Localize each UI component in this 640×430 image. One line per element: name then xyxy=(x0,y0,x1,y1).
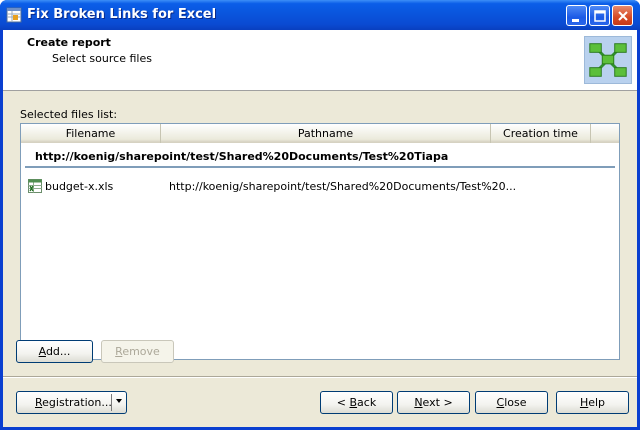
next-button-label-post: ext > xyxy=(422,395,453,409)
minimize-button[interactable] xyxy=(566,5,587,26)
window-title: Fix Broken Links for Excel xyxy=(27,7,217,22)
next-button[interactable]: Next > xyxy=(397,391,470,414)
files-list[interactable]: Filename Pathname Creation time http://k… xyxy=(20,123,620,360)
files-list-label: Selected files list: xyxy=(20,108,118,121)
column-header-filename[interactable]: Filename xyxy=(21,124,161,143)
split-divider xyxy=(111,394,112,411)
registration-button[interactable]: Registration... xyxy=(16,391,127,414)
add-button-accel: A xyxy=(38,344,46,358)
maximize-button[interactable] xyxy=(589,5,610,26)
help-button[interactable]: Help xyxy=(556,391,629,414)
app-window: Fix Broken Links for Excel Create report… xyxy=(0,0,640,430)
close-window-button[interactable] xyxy=(612,5,633,26)
footer-separator xyxy=(3,376,637,378)
dialog-body: Create report Select source files Select… xyxy=(3,30,637,427)
app-icon xyxy=(6,7,22,23)
back-button-label-post: ack xyxy=(357,395,377,409)
remove-button-label-post: emove xyxy=(122,344,160,358)
close-button-label-post: lose xyxy=(504,395,527,409)
back-button-label-pre: < xyxy=(336,395,350,409)
maximize-icon xyxy=(594,10,606,22)
group-header[interactable]: http://koenig/sharepoint/test/Shared%20D… xyxy=(35,150,448,163)
registration-button-label-post: egistration... xyxy=(42,395,112,409)
cell-pathname: http://koenig/sharepoint/test/Shared%20D… xyxy=(169,180,517,193)
remove-button[interactable]: Remove xyxy=(101,340,174,363)
back-button[interactable]: < Back xyxy=(320,391,393,414)
wizard-header: Create report Select source files xyxy=(3,30,637,91)
page-title: Create report xyxy=(27,36,111,49)
page-subtitle: Select source files xyxy=(52,52,152,65)
add-button-label-post: dd... xyxy=(45,344,71,358)
table-row[interactable]: budget-x.xls http://koenig/sharepoint/te… xyxy=(21,177,619,195)
help-button-accel: H xyxy=(579,395,589,409)
dropdown-arrow-icon[interactable] xyxy=(116,399,122,403)
back-button-accel: B xyxy=(349,395,358,409)
close-button[interactable]: Close xyxy=(475,391,548,414)
help-button-label-post: elp xyxy=(588,395,606,409)
close-icon xyxy=(618,11,628,21)
list-header: Filename Pathname Creation time xyxy=(21,124,619,143)
next-button-accel: N xyxy=(414,395,423,409)
title-bar[interactable]: Fix Broken Links for Excel xyxy=(0,0,640,30)
column-header-pathname[interactable]: Pathname xyxy=(161,124,491,143)
minimize-icon xyxy=(572,19,579,22)
column-header-creation-time[interactable]: Creation time xyxy=(491,124,591,143)
add-button[interactable]: Add... xyxy=(16,340,93,363)
group-divider xyxy=(25,166,615,168)
network-links-icon xyxy=(584,36,632,84)
excel-file-icon xyxy=(28,179,42,193)
cell-filename: budget-x.xls xyxy=(45,180,114,193)
